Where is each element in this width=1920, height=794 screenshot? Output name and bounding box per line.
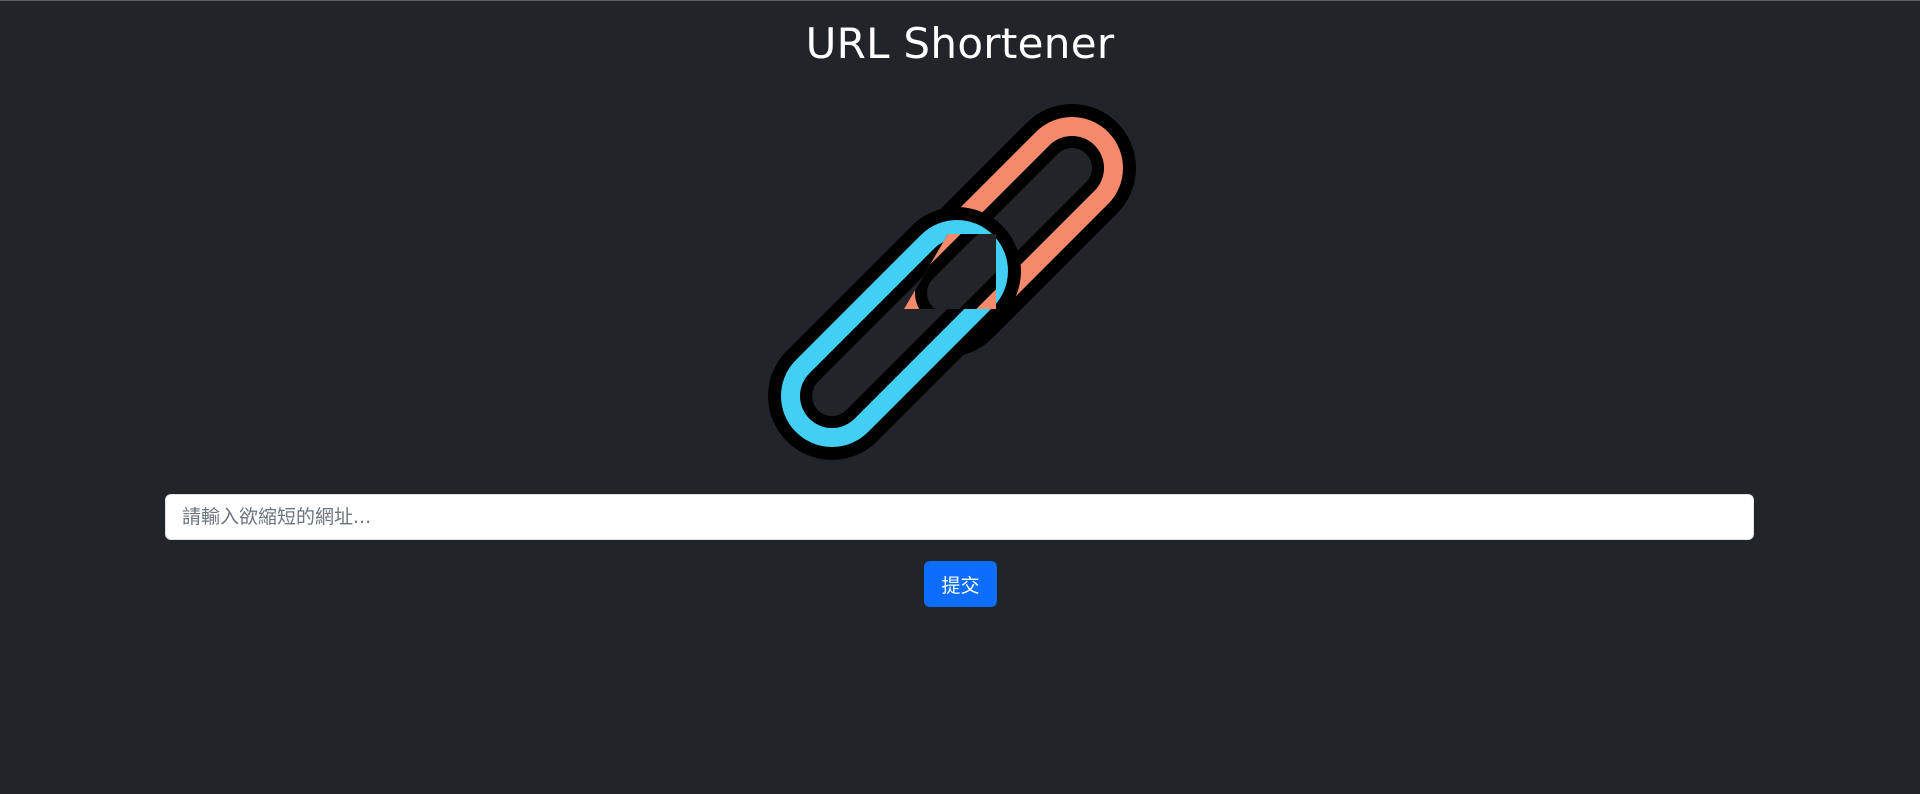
submit-button[interactable]: 提交 [924,561,997,607]
top-border [0,0,1920,1]
chain-link-icon [768,104,1136,460]
page-title: URL Shortener [805,19,1115,68]
url-input[interactable] [165,494,1754,540]
